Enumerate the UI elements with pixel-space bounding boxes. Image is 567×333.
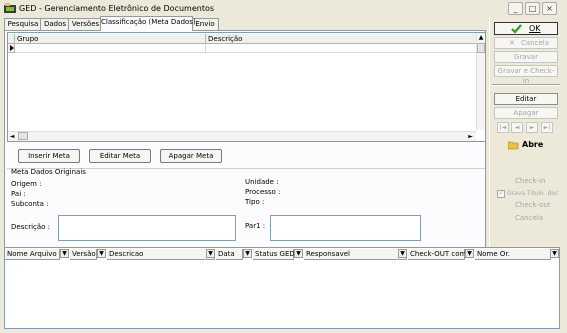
app-icon	[4, 3, 16, 13]
insert-meta-button[interactable]: Inserir Meta	[18, 149, 80, 163]
checkin-label[interactable]: Check-in	[515, 177, 545, 185]
descricao-field[interactable]	[58, 215, 236, 241]
horizontal-scrollbar[interactable]: ◄ ►	[8, 131, 476, 141]
cancel-button[interactable]: ✕ Cancela	[494, 37, 558, 49]
nav-buttons: |◄ ◄ ► ►|	[497, 122, 555, 133]
checkout-label[interactable]: Check-out	[515, 201, 551, 209]
scroll-thumb[interactable]	[477, 43, 485, 53]
scroll-thumb[interactable]	[18, 132, 28, 140]
title-bar: GED - Gerenciamento Eletrônico de Docume…	[0, 0, 567, 18]
origem-label: Origem :	[11, 180, 42, 188]
column-nome-arquivo[interactable]: Nome Arquivo	[5, 249, 60, 260]
open-label: Abre	[522, 140, 544, 149]
column-descricao[interactable]: Descrição	[206, 34, 476, 44]
column-versao[interactable]: Versão	[70, 249, 97, 260]
dropdown-arrow-icon[interactable]: ▼	[398, 249, 407, 258]
meta-original-heading: Meta Dados Originais	[11, 168, 86, 176]
dropdown-arrow-icon[interactable]: ▼	[206, 249, 215, 258]
save-title-checkbox[interactable]: ✓	[497, 190, 505, 198]
column-status-ged[interactable]: Status GED	[253, 249, 295, 260]
dropdown-arrow-icon[interactable]: ▼	[550, 249, 559, 258]
delete-button[interactable]: Apagar	[494, 107, 558, 119]
pai-label: Pai :	[11, 190, 26, 198]
first-record-icon[interactable]: |◄	[497, 122, 509, 133]
minimize-button[interactable]: _	[508, 2, 523, 15]
dropdown-arrow-icon[interactable]: ▼	[243, 249, 252, 258]
column-responsavel[interactable]: Responsavel	[304, 249, 407, 260]
scroll-up-icon[interactable]: ▲	[477, 33, 485, 42]
column-nome-or[interactable]: Nome Or.	[475, 249, 551, 260]
vertical-scrollbar[interactable]: ▲	[476, 33, 485, 130]
save-checkin-button[interactable]: Gravar e Check-in	[494, 65, 558, 85]
column-grupo[interactable]: Grupo	[15, 34, 206, 44]
unidade-label: Unidade :	[245, 178, 279, 186]
last-record-icon[interactable]: ►|	[541, 122, 553, 133]
row-indicator-header	[8, 34, 15, 44]
cancel-secondary-label[interactable]: Cancela	[515, 214, 543, 222]
dropdown-arrow-icon[interactable]: ▼	[465, 249, 474, 258]
edit-meta-button[interactable]: Editar Meta	[89, 149, 151, 163]
grid-cell[interactable]	[15, 44, 206, 53]
meta-grid[interactable]: Grupo Descrição	[7, 32, 486, 142]
tipo-label: Tipo :	[245, 198, 265, 206]
column-descricao[interactable]: Descricao	[107, 249, 215, 260]
dropdown-arrow-icon[interactable]: ▼	[97, 249, 106, 258]
scroll-left-icon[interactable]: ◄	[8, 132, 16, 141]
delete-meta-button[interactable]: Apagar Meta	[160, 149, 222, 163]
grid-cell[interactable]	[206, 44, 476, 53]
save-button[interactable]: Gravar	[494, 51, 558, 63]
documents-grid[interactable]: Nome Arquivo ▼ Versão ▼ Descricao ▼ Data…	[4, 247, 560, 329]
cancel-x-icon: ✕	[509, 39, 515, 47]
subconta-label: Subconta :	[11, 200, 49, 208]
ok-button[interactable]: OK	[494, 22, 558, 35]
par1-label: Par1 :	[245, 222, 266, 230]
prev-record-icon[interactable]: ◄	[511, 122, 523, 133]
save-title-label: Grava Título .doc	[507, 190, 559, 197]
cancel-label: Cancela	[521, 39, 550, 47]
ok-label: OK	[529, 24, 541, 33]
open-button[interactable]: Abre	[508, 139, 554, 151]
descricao-label: Descrição :	[11, 223, 51, 231]
maximize-button[interactable]: □	[525, 2, 540, 15]
column-check-out-com[interactable]: Check-OUT com	[408, 249, 466, 260]
dropdown-arrow-icon[interactable]: ▼	[60, 249, 69, 258]
window-title: GED - Gerenciamento Eletrônico de Docume…	[19, 4, 215, 13]
separator	[492, 84, 560, 86]
tab-classificacao[interactable]: Classificação (Meta Dados)	[100, 16, 196, 31]
processo-label: Processo :	[245, 188, 281, 196]
scroll-right-icon[interactable]: ►	[466, 132, 475, 141]
edit-button[interactable]: Editar	[494, 93, 558, 105]
column-data[interactable]: Data	[216, 249, 243, 260]
folder-open-icon	[508, 141, 519, 150]
close-button[interactable]: ×	[542, 2, 557, 15]
dropdown-arrow-icon[interactable]: ▼	[294, 249, 303, 258]
par1-field[interactable]	[270, 215, 421, 241]
row-indicator	[8, 44, 15, 53]
next-record-icon[interactable]: ►	[526, 122, 538, 133]
check-icon	[511, 24, 522, 34]
